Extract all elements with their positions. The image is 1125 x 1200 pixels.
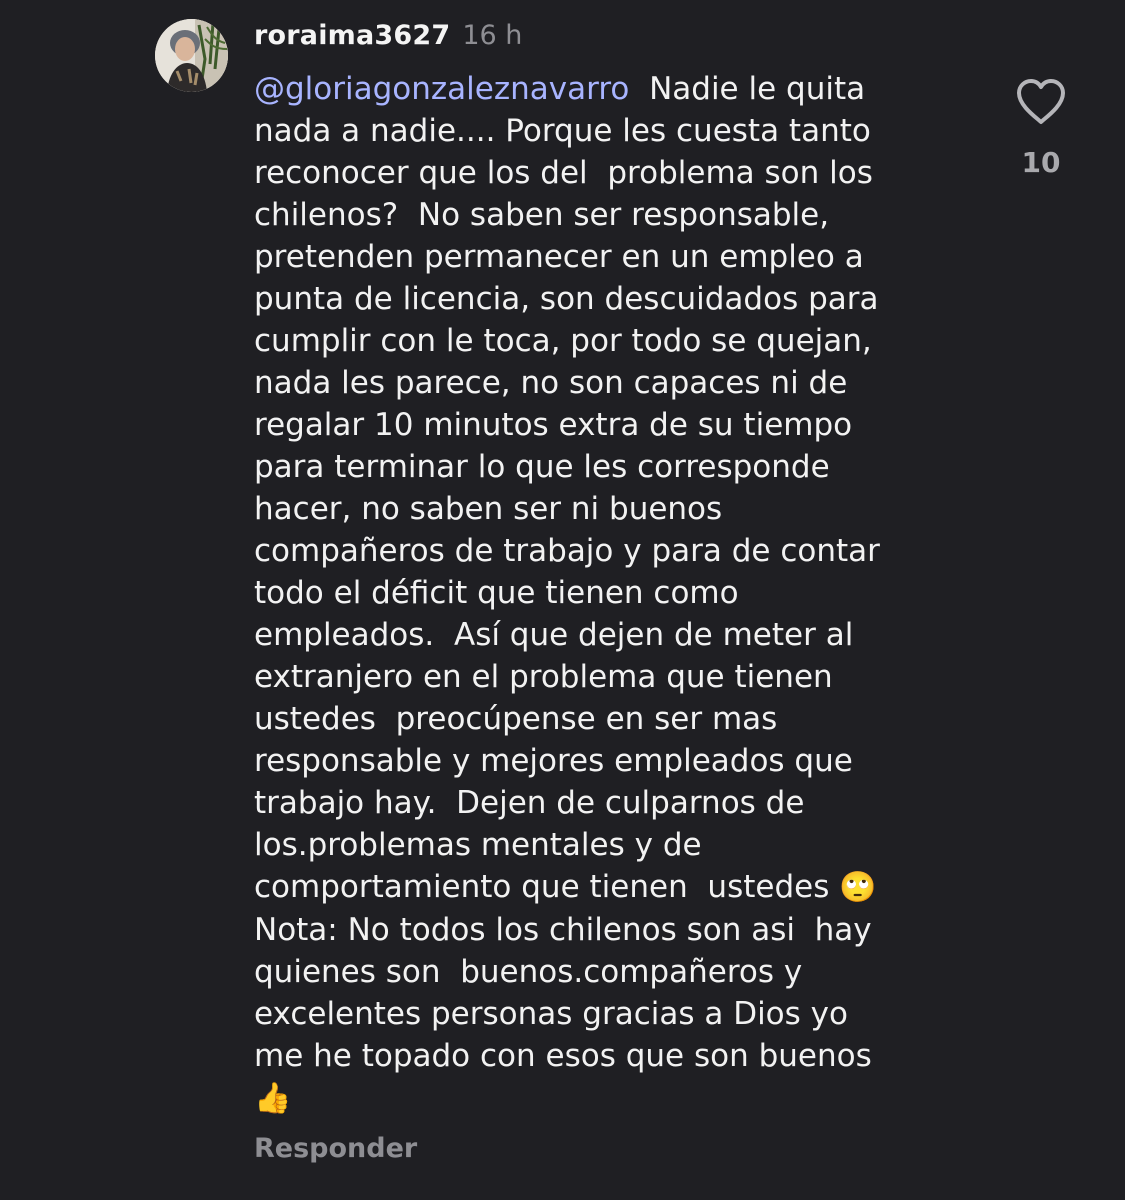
comment-line: reconocer que los del problema son los <box>254 155 873 191</box>
comment-line: Nadie le quita <box>649 71 866 107</box>
comment-line: compañeros de trabajo y para de contar <box>254 533 880 569</box>
avatar-image <box>155 19 228 92</box>
comment-line: ustedes preocúpense en ser mas <box>254 701 778 737</box>
comment-line: comportamiento que tienen ustedes <box>254 869 840 905</box>
comment-line: punta de licencia, son descuidados para <box>254 281 879 317</box>
avatar[interactable] <box>155 19 228 92</box>
comment-line: regalar 10 minutos extra de su tiempo <box>254 407 853 443</box>
comment-line: me he topado con esos que son buenos <box>254 1038 872 1074</box>
username[interactable]: roraima3627 <box>254 20 450 51</box>
thumbs-up-emoji-icon: 👍 <box>254 1081 292 1116</box>
comment-line: responsable y mejores empleados que <box>254 743 853 779</box>
comment-line: nada les parece, no son capaces ni de <box>254 365 848 401</box>
comment-line: Nota: No todos los chilenos son asi hay <box>254 912 872 948</box>
comment-text: @gloriagonzaleznavarro Nadie le quita na… <box>254 68 954 1120</box>
comment-line: hacer, no saben ser ni buenos <box>254 491 723 527</box>
heart-outline-icon <box>1017 79 1065 124</box>
comment-line: empleados. Así que dejen de meter al <box>254 617 854 653</box>
comment-line: los.problemas mentales y de <box>254 827 702 863</box>
eye-roll-emoji-icon: 🙄 <box>839 870 877 905</box>
comment-line: pretenden permanecer en un empleo a <box>254 239 864 275</box>
comment-header: roraima3627 16 h <box>254 20 522 60</box>
comment-line: nada a nadie.... Porque les cuesta tanto <box>254 113 871 149</box>
comment-line: chilenos? No saben ser responsable, <box>254 197 830 233</box>
comment-line: extranjero en el problema que tienen <box>254 659 833 695</box>
reply-button[interactable]: Responder <box>254 1133 417 1164</box>
comment-line: excelentes personas gracias a Dios yo <box>254 996 848 1032</box>
timestamp: 16 h <box>462 20 523 51</box>
comment-line: para terminar lo que les corresponde <box>254 449 830 485</box>
comment-line: todo el déficit que tienen como <box>254 575 739 611</box>
comment-line: cumplir con le toca, por todo se quejan, <box>254 323 872 359</box>
comment-item: roraima3627 16 h @gloriagonzaleznavarro … <box>0 0 1125 1200</box>
mention-link[interactable]: @gloriagonzaleznavarro <box>254 71 629 107</box>
comment-line: quienes son buenos.compañeros y <box>254 954 803 990</box>
like-button[interactable] <box>1015 78 1067 126</box>
comment-line: trabajo hay. Dejen de culparnos de <box>254 785 805 821</box>
like-count: 10 <box>1021 146 1061 179</box>
